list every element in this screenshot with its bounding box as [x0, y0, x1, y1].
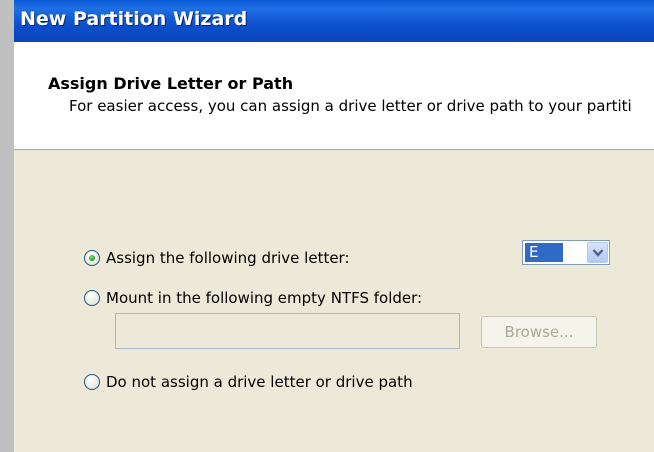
wizard-header: Assign Drive Letter or Path For easier a… [14, 42, 654, 150]
drive-letter-dropdown[interactable]: E [522, 240, 610, 265]
page-subtitle: For easier access, you can assign a driv… [69, 97, 632, 115]
title-bar[interactable]: New Partition Wizard [14, 0, 654, 42]
browse-button[interactable]: Browse... [481, 316, 597, 348]
drive-letter-value: E [525, 243, 563, 262]
no-assign-radio[interactable] [84, 374, 100, 390]
page-title: Assign Drive Letter or Path [48, 74, 294, 93]
mount-folder-radio[interactable] [84, 290, 100, 306]
window-title: New Partition Wizard [20, 8, 248, 30]
no-assign-label[interactable]: Do not assign a drive letter or drive pa… [106, 373, 413, 391]
mount-folder-label[interactable]: Mount in the following empty NTFS folder… [106, 289, 422, 307]
assign-letter-radio[interactable] [84, 250, 100, 266]
window-left-edge [0, 0, 14, 452]
folder-path-input[interactable] [115, 313, 460, 349]
chevron-down-icon [592, 249, 604, 257]
radio-selected-dot [89, 255, 95, 261]
assign-letter-label[interactable]: Assign the following drive letter: [106, 249, 350, 267]
wizard-window: New Partition Wizard Assign Drive Letter… [14, 0, 654, 452]
dropdown-arrow-button[interactable] [587, 242, 608, 263]
